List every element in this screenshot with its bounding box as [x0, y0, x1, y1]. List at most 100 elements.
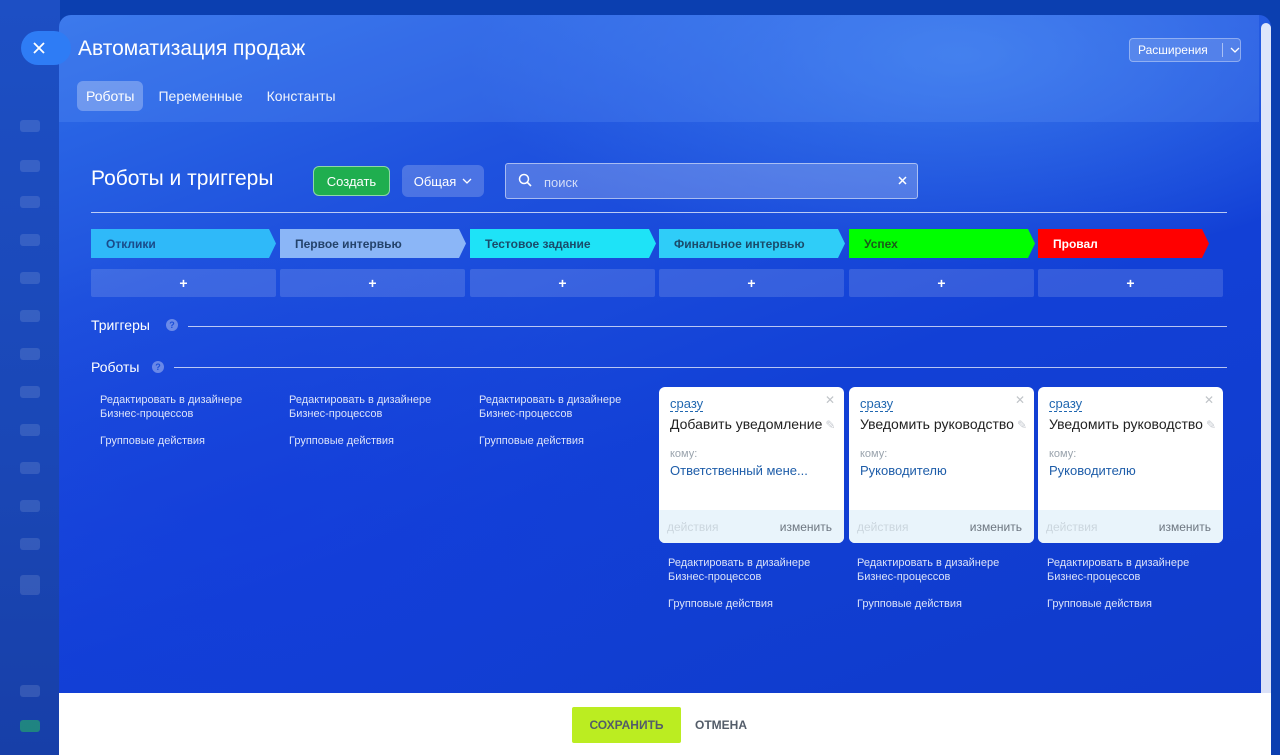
divider [91, 212, 1227, 213]
stage-header-final-interview[interactable]: Финальное интервью [659, 229, 845, 258]
delete-robot-icon[interactable]: ✕ [1015, 393, 1025, 407]
robot-edit-link[interactable]: изменить [970, 520, 1022, 534]
column-links: Редактировать в дизайнере Бизнес-процесс… [289, 393, 459, 448]
stage-label: Финальное интервью [674, 236, 805, 251]
help-icon[interactable]: ? [166, 319, 178, 331]
delete-robot-icon[interactable]: ✕ [1204, 393, 1214, 407]
add-trigger-button[interactable]: + [1038, 269, 1223, 297]
extensions-button[interactable]: Расширения [1129, 38, 1241, 62]
divider [174, 367, 1227, 368]
edit-in-designer-link[interactable]: Редактировать в дизайнере Бизнес-процесс… [1047, 556, 1217, 584]
robot-card[interactable]: сразу ✕ Добавить уведомление ✎ кому: Отве… [659, 387, 844, 543]
cancel-button[interactable]: ОТМЕНА [695, 707, 747, 743]
help-icon[interactable]: ? [152, 361, 164, 373]
delete-robot-icon[interactable]: ✕ [825, 393, 835, 407]
group-actions-link[interactable]: Групповые действия [100, 434, 270, 448]
general-filter-button[interactable]: Общая [402, 165, 484, 197]
robot-edit-link[interactable]: изменить [1159, 520, 1211, 534]
pencil-icon[interactable]: ✎ [825, 418, 835, 432]
edit-in-designer-link[interactable]: Редактировать в дизайнере Бизнес-процесс… [100, 393, 270, 421]
recipient-value: Ответственный мене... [670, 463, 808, 478]
tab-variables[interactable]: Переменные [149, 81, 251, 111]
column-links: Редактировать в дизайнере Бизнес-процесс… [1047, 556, 1217, 611]
rail-item [20, 234, 40, 246]
edit-in-designer-link[interactable]: Редактировать в дизайнере Бизнес-процесс… [857, 556, 1027, 584]
search-icon [518, 173, 532, 187]
stage-header-responses[interactable]: Отклики [91, 229, 276, 258]
stage-header-first-interview[interactable]: Первое интервью [280, 229, 466, 258]
robot-timing-link[interactable]: сразу [860, 396, 894, 412]
group-actions-link[interactable]: Групповые действия [289, 434, 459, 448]
edit-in-designer-link[interactable]: Редактировать в дизайнере Бизнес-процесс… [479, 393, 649, 421]
robots-section-title: Роботы [91, 359, 140, 375]
group-actions-link[interactable]: Групповые действия [857, 597, 1027, 611]
rail-item [20, 120, 40, 132]
save-button[interactable]: СОХРАНИТЬ [572, 707, 681, 743]
edit-in-designer-link[interactable]: Редактировать в дизайнере Бизнес-процесс… [668, 556, 838, 584]
robot-edit-link[interactable]: изменить [780, 520, 832, 534]
stage-header-success[interactable]: Успех [849, 229, 1035, 258]
edit-in-designer-link[interactable]: Редактировать в дизайнере Бизнес-процесс… [289, 393, 459, 421]
recipient-label: кому: [860, 448, 888, 460]
pencil-icon[interactable]: ✎ [1206, 418, 1216, 432]
close-slider-button[interactable] [21, 31, 71, 65]
rail-item [20, 196, 40, 208]
divider [188, 326, 1227, 327]
rail-item [20, 720, 40, 732]
add-trigger-button[interactable]: + [91, 269, 276, 297]
column-links: Редактировать в дизайнере Бизнес-процесс… [857, 556, 1027, 611]
stage-label: Тестовое задание [485, 236, 591, 251]
tab-bar: Роботы Переменные Константы [77, 81, 345, 111]
create-button[interactable]: Создать [313, 166, 390, 196]
robot-name: Уведомить руководство ✎ [1049, 416, 1216, 432]
rail-item [20, 500, 40, 512]
stage-label: Первое интервью [295, 236, 402, 251]
clear-search-icon[interactable] [898, 172, 907, 188]
recipient-label: кому: [670, 448, 698, 460]
robot-card[interactable]: сразу ✕ Уведомить руководство ✎ кому: Рук… [849, 387, 1034, 543]
search-input[interactable] [542, 170, 886, 194]
robot-actions-link[interactable]: действия [667, 520, 718, 534]
robot-actions-link[interactable]: действия [1046, 520, 1097, 534]
tab-constants[interactable]: Константы [258, 81, 345, 111]
recipient-label: кому: [1049, 448, 1077, 460]
recipient-value: Руководителю [860, 463, 947, 478]
robot-card-footer: действия изменить [659, 510, 844, 543]
robot-name-text: Уведомить руководство [860, 416, 1014, 432]
chevron-down-icon [1223, 45, 1240, 56]
group-actions-link[interactable]: Групповые действия [479, 434, 649, 448]
rail-item [20, 685, 40, 697]
robot-name-text: Добавить уведомление [670, 416, 823, 432]
close-icon [33, 42, 45, 54]
add-trigger-button[interactable]: + [280, 269, 465, 297]
add-trigger-button[interactable]: + [470, 269, 655, 297]
extensions-label: Расширения [1138, 43, 1208, 57]
group-actions-link[interactable]: Групповые действия [668, 597, 838, 611]
group-actions-link[interactable]: Групповые действия [1047, 597, 1217, 611]
rail-item [20, 575, 40, 595]
robot-name: Уведомить руководство ✎ [860, 416, 1027, 432]
rail-item [20, 424, 40, 436]
recipient-value: Руководителю [1049, 463, 1136, 478]
robot-name: Добавить уведомление ✎ [670, 416, 835, 432]
tab-robots[interactable]: Роботы [77, 81, 144, 111]
rail-item [20, 386, 40, 398]
add-trigger-button[interactable]: + [849, 269, 1034, 297]
stage-header-failure[interactable]: Провал [1038, 229, 1209, 258]
robot-actions-link[interactable]: действия [857, 520, 908, 534]
rail-item [20, 348, 40, 360]
robot-card[interactable]: сразу ✕ Уведомить руководство ✎ кому: Рук… [1038, 387, 1223, 543]
rail-item [20, 272, 40, 284]
stage-label: Провал [1053, 236, 1098, 251]
general-filter-label: Общая [413, 173, 457, 189]
stage-header-test-task[interactable]: Тестовое задание [470, 229, 656, 258]
rail-item [20, 160, 40, 172]
robot-timing-link[interactable]: сразу [670, 396, 704, 412]
add-trigger-button[interactable]: + [659, 269, 844, 297]
scrollbar[interactable] [1261, 23, 1271, 723]
pencil-icon[interactable]: ✎ [1017, 418, 1027, 432]
robot-name-text: Уведомить руководство [1049, 416, 1203, 432]
robot-card-footer: действия изменить [849, 510, 1034, 543]
automation-slider: Автоматизация продаж Роботы Переменные К… [59, 15, 1271, 755]
robot-timing-link[interactable]: сразу [1049, 396, 1083, 412]
